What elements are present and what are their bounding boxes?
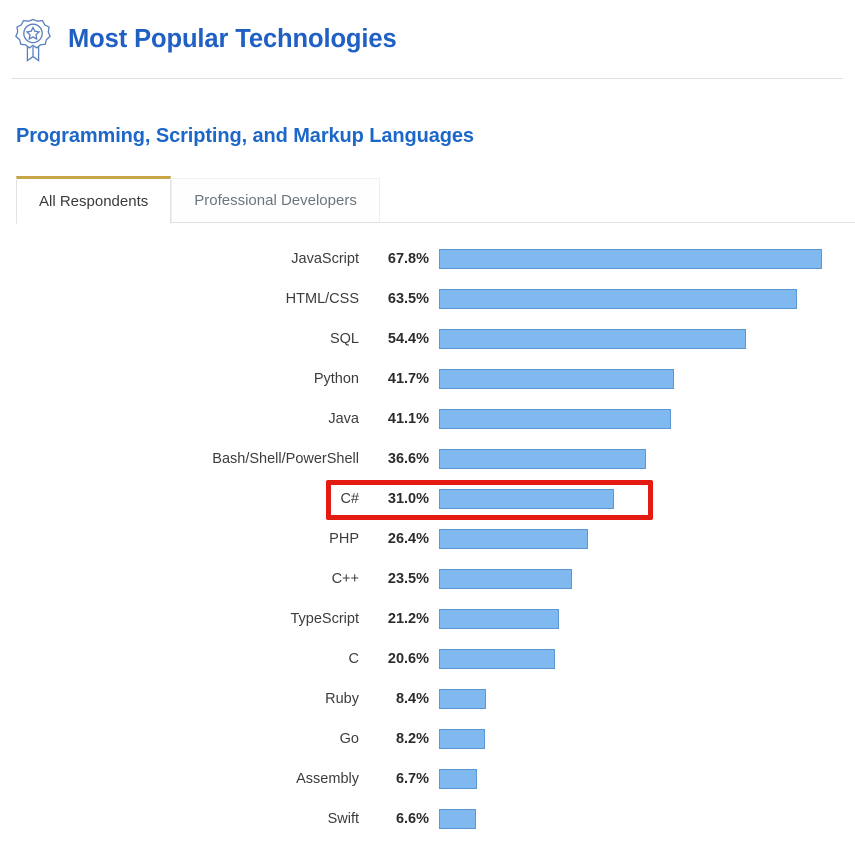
chart-row: Python 41.7% xyxy=(0,359,855,399)
tab-all-respondents-label: All Respondents xyxy=(39,192,149,210)
chart-row: SQL 54.4% xyxy=(0,319,855,359)
bar xyxy=(439,569,572,589)
bar-value-label: 63.5% xyxy=(387,291,429,307)
chart-row: TypeScript 21.2% xyxy=(0,599,855,639)
chart-row: C 20.6% xyxy=(0,639,855,679)
bar xyxy=(439,729,486,749)
bar-track xyxy=(439,449,855,469)
bar xyxy=(439,529,588,549)
bar xyxy=(439,769,477,789)
bar xyxy=(439,809,477,829)
bar-value-label: 31.0% xyxy=(387,491,429,507)
bar-category-label: PHP xyxy=(329,531,359,547)
header-divider xyxy=(12,78,843,79)
bar-category-label: C# xyxy=(340,491,359,507)
bar-track xyxy=(439,689,855,709)
bar-value-label: 20.6% xyxy=(387,651,429,667)
bar-category-label: Assembly xyxy=(296,771,359,787)
tab-professional-developers[interactable]: Professional Developers xyxy=(171,178,380,223)
languages-bar-chart: JavaScript 67.8% HTML/CSS 63.5% SQL 54.4% Pyth… xyxy=(0,239,855,839)
bar-track xyxy=(439,609,855,629)
bar xyxy=(439,449,646,469)
section-title: Programming, Scripting, and Markup Langu… xyxy=(16,125,474,147)
bar-track xyxy=(439,809,855,829)
bar-track xyxy=(439,729,855,749)
bar-value-label: 41.7% xyxy=(387,371,429,387)
bar-category-label: SQL xyxy=(329,331,359,347)
bar-category-label: Go xyxy=(339,731,359,747)
bar-track xyxy=(439,569,855,589)
bar-category-label: Java xyxy=(328,411,359,427)
bar-track xyxy=(439,369,855,389)
bar-track xyxy=(439,289,855,309)
bar-track xyxy=(439,529,855,549)
bar-category-label: Ruby xyxy=(325,691,359,707)
bar-category-label: HTML/CSS xyxy=(285,291,359,307)
bar xyxy=(439,289,798,309)
bar-category-label: JavaScript xyxy=(291,251,359,267)
bar-track xyxy=(439,649,855,669)
bar-category-label: Swift xyxy=(327,811,359,827)
chart-row: Swift 6.6% xyxy=(0,799,855,839)
bar-value-label: 67.8% xyxy=(387,251,429,267)
bar-value-label: 8.4% xyxy=(395,691,429,707)
bar-value-label: 8.2% xyxy=(395,731,429,747)
bar-value-label: 21.2% xyxy=(387,611,429,627)
bar-category-label: C xyxy=(348,651,359,667)
bar-value-label: 6.6% xyxy=(395,811,429,827)
respondent-tabs: All Respondents Professional Developers xyxy=(0,176,855,224)
bar xyxy=(439,249,822,269)
bar-value-label: 6.7% xyxy=(395,771,429,787)
bar-track xyxy=(439,249,855,269)
bar xyxy=(439,649,556,669)
chart-row: Java 41.1% xyxy=(0,399,855,439)
chart-row: HTML/CSS 63.5% xyxy=(0,279,855,319)
chart-row: Bash/Shell/PowerShell 36.6% xyxy=(0,439,855,479)
chart-row: C# 31.0% xyxy=(0,479,855,519)
bar-category-label: TypeScript xyxy=(290,611,360,627)
bar-value-label: 54.4% xyxy=(387,331,429,347)
chart-row: Assembly 6.7% xyxy=(0,759,855,799)
bar-track xyxy=(439,409,855,429)
page-header: Most Popular Technologies xyxy=(0,0,855,62)
page-title: Most Popular Technologies xyxy=(68,25,397,54)
chart-row: Go 8.2% xyxy=(0,719,855,759)
chart-row: Ruby 8.4% xyxy=(0,679,855,719)
bar xyxy=(439,689,487,709)
chart-row: JavaScript 67.8% xyxy=(0,239,855,279)
chart-row: PHP 26.4% xyxy=(0,519,855,559)
award-ribbon-icon xyxy=(15,18,51,62)
most-popular-technologies-page: Most Popular Technologies Programming, S… xyxy=(0,0,855,860)
bar xyxy=(439,369,675,389)
bar xyxy=(439,409,671,429)
bar-value-label: 36.6% xyxy=(387,451,429,467)
bar-value-label: 41.1% xyxy=(387,411,429,427)
tab-all-respondents[interactable]: All Respondents xyxy=(16,176,172,224)
bar-track xyxy=(439,329,855,349)
bar-value-label: 23.5% xyxy=(387,571,429,587)
bar xyxy=(439,329,746,349)
bar xyxy=(439,609,559,629)
bar-track xyxy=(439,769,855,789)
chart-row: C++ 23.5% xyxy=(0,559,855,599)
bar-category-label: C++ xyxy=(331,571,359,587)
tab-professional-developers-label: Professional Developers xyxy=(194,192,357,209)
bar-category-label: Python xyxy=(313,371,359,387)
bar-track xyxy=(439,489,855,509)
bar xyxy=(439,489,614,509)
bar-value-label: 26.4% xyxy=(387,531,429,547)
bar-category-label: Bash/Shell/PowerShell xyxy=(212,451,359,467)
